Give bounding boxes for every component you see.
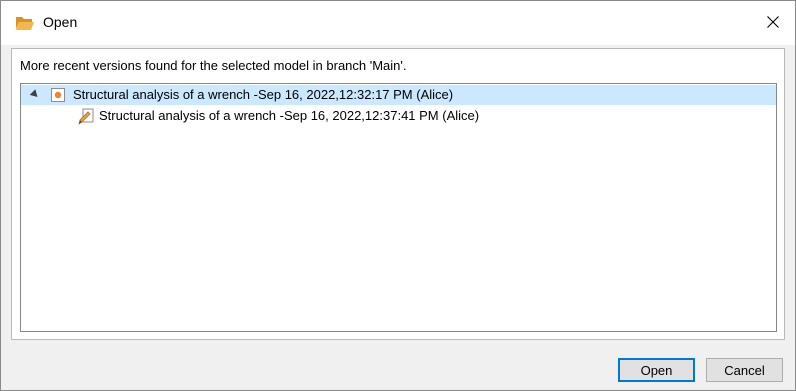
tree-item-label: Structural analysis of a wrench -Sep 16,…: [73, 87, 454, 102]
window-title: Open: [43, 14, 78, 30]
tree-item-label: Structural analysis of a wrench -Sep 16,…: [99, 108, 480, 123]
content-panel: More recent versions found for the selec…: [11, 48, 785, 340]
cancel-button[interactable]: Cancel: [706, 358, 783, 382]
tree-item-child[interactable]: Structural analysis of a wrench -Sep 16,…: [21, 106, 776, 126]
open-dialog: Open More recent versions found for the …: [0, 0, 796, 391]
close-icon: [767, 15, 779, 31]
expand-arrow-icon[interactable]: [29, 89, 41, 100]
tree-item-root[interactable]: Structural analysis of a wrench -Sep 16,…: [21, 85, 776, 105]
title-bar[interactable]: Open: [1, 1, 795, 45]
info-message: More recent versions found for the selec…: [20, 58, 407, 73]
open-button[interactable]: Open: [618, 358, 695, 382]
edit-version-icon: [77, 108, 95, 126]
model-icon: [51, 88, 65, 102]
folder-open-icon: [15, 15, 35, 31]
close-button[interactable]: [751, 1, 795, 45]
version-tree[interactable]: Structural analysis of a wrench -Sep 16,…: [20, 83, 777, 332]
